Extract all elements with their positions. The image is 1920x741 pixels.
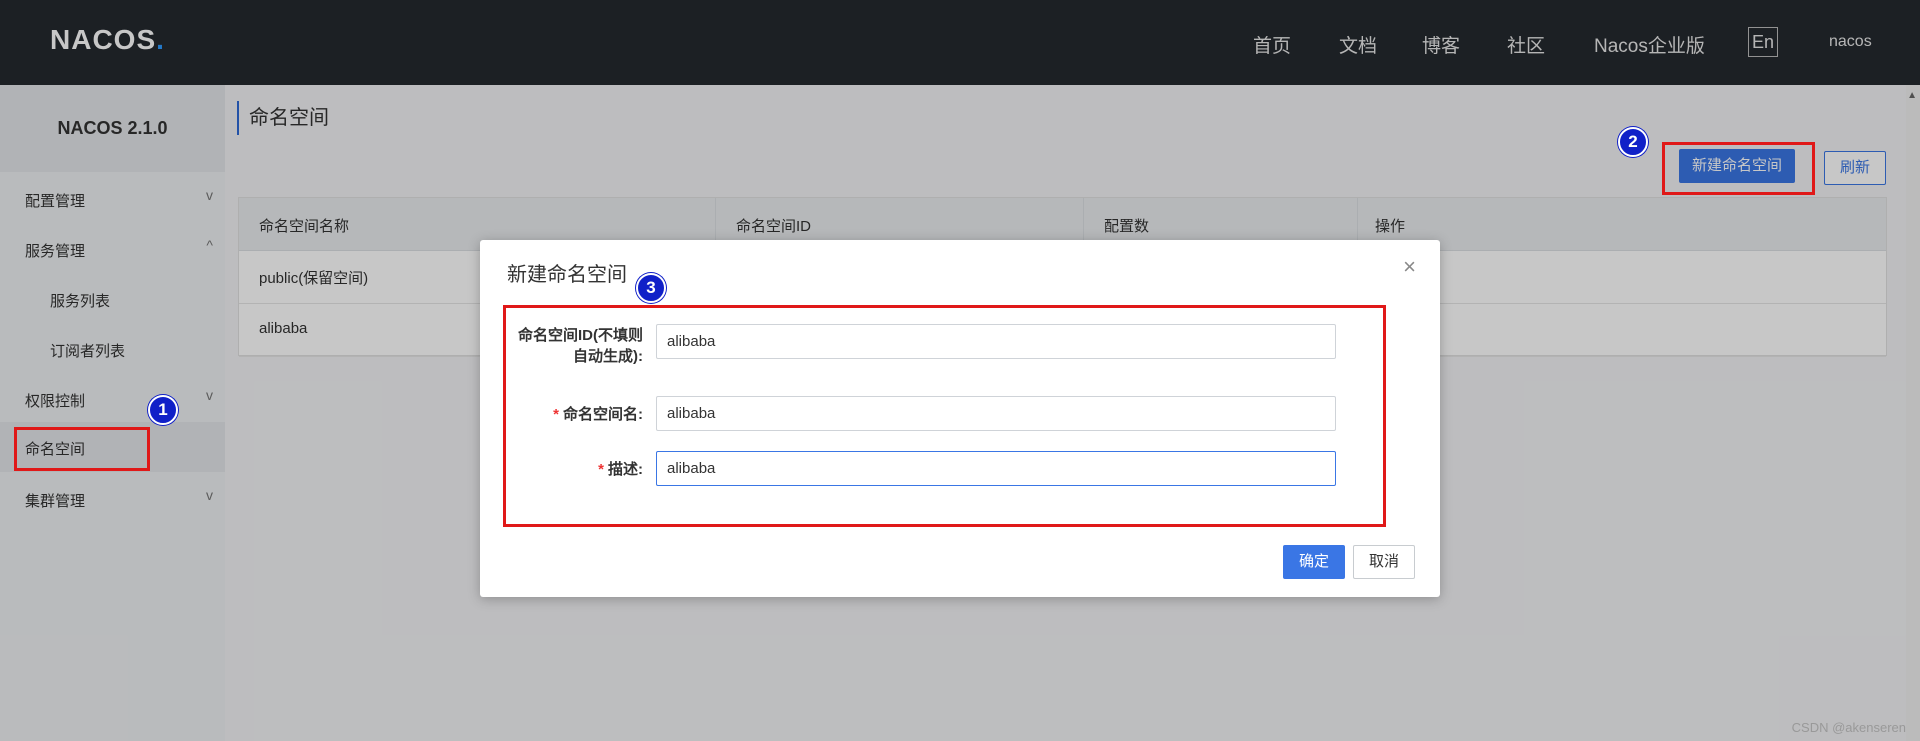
close-icon[interactable]: × — [1403, 254, 1416, 280]
namespace-name-label: * 命名空间名: — [508, 403, 643, 424]
watermark-text: CSDN @akenseren — [1791, 720, 1906, 735]
new-namespace-dialog: 新建命名空间 × 命名空间ID(不填则 自动生成): *命名空间名: *描述: … — [480, 240, 1440, 597]
namespace-name-input[interactable] — [656, 396, 1336, 431]
annotation-marker-2: 2 — [1618, 127, 1648, 157]
description-label: * 描述: — [508, 458, 643, 479]
namespace-id-input[interactable] — [656, 324, 1336, 359]
dialog-title: 新建命名空间 — [507, 264, 627, 286]
description-label-text: 描述: — [608, 461, 643, 478]
annotation-marker-3: 3 — [636, 273, 666, 303]
confirm-button[interactable]: 确定 — [1283, 545, 1345, 579]
namespace-id-label: 命名空间ID(不填则 自动生成): — [508, 325, 643, 367]
namespace-id-label-line1: 命名空间ID(不填则 — [518, 327, 643, 344]
namespace-name-label-text: 命名空间名: — [563, 406, 643, 423]
annotation-marker-1: 1 — [148, 395, 178, 425]
required-mark: * — [598, 461, 604, 478]
description-input[interactable] — [656, 451, 1336, 486]
cancel-button[interactable]: 取消 — [1353, 545, 1415, 579]
required-mark: * — [553, 406, 559, 423]
namespace-id-label-line2: 自动生成): — [573, 348, 643, 365]
